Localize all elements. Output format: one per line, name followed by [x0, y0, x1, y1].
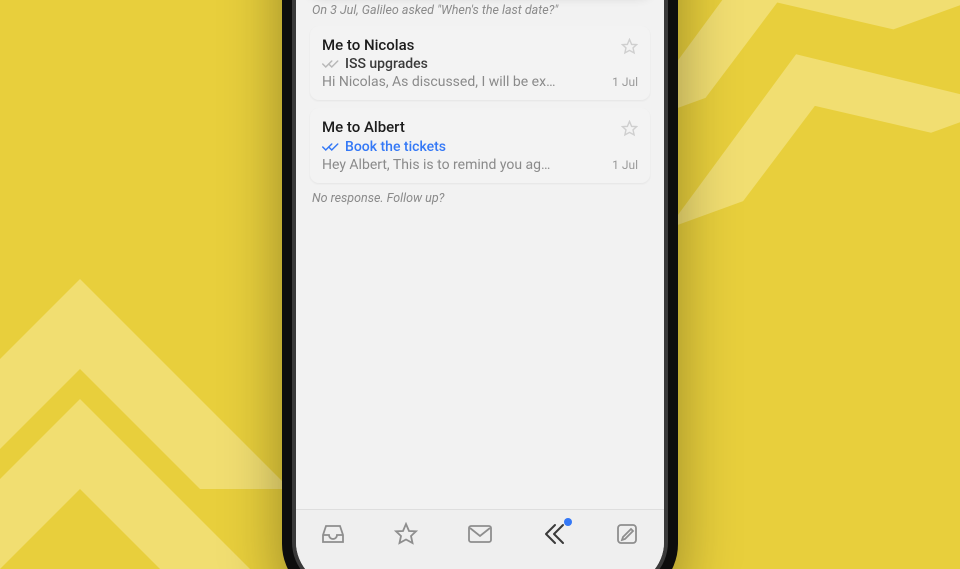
- email-sender: Me to Albert: [322, 118, 405, 137]
- email-subject: Book the tickets: [345, 139, 446, 155]
- all-mail-tab[interactable]: [465, 520, 495, 548]
- email-sender: Me to Nicolas: [322, 36, 414, 55]
- phone-frame: Carl Sagan Edge of the Solar System Hey …: [282, 0, 678, 569]
- followup-hint: No response. Follow up?: [312, 191, 648, 206]
- star-icon[interactable]: [621, 38, 638, 55]
- email-preview: Hey Albert, This is to remind you again …: [322, 157, 557, 173]
- email-date: 1 Jul: [612, 75, 638, 89]
- bottom-toolbar: [296, 509, 664, 569]
- double-check-icon: [322, 58, 340, 70]
- double-check-icon: [322, 141, 340, 153]
- phone-screen: Carl Sagan Edge of the Solar System Hey …: [296, 0, 664, 569]
- email-date: 1 Jul: [612, 158, 638, 172]
- inbox-tab[interactable]: [318, 520, 348, 548]
- email-subject: ISS upgrades: [345, 56, 428, 72]
- thread-summary-2: On 3 Jul, Galileo asked "When's the last…: [312, 3, 648, 18]
- awaiting-reply-tab[interactable]: [539, 520, 569, 548]
- email-card-3[interactable]: Me to Nicolas ISS upgrades Hi Ni: [310, 26, 650, 101]
- email-card-4[interactable]: Me to Albert Book the tickets He: [310, 108, 650, 183]
- email-preview: Hi Nicolas, As discussed, I will be expe…: [322, 74, 557, 90]
- background-chevron-left: [0, 279, 290, 569]
- star-icon[interactable]: [621, 120, 638, 137]
- compose-tab[interactable]: [612, 520, 642, 548]
- notification-dot-icon: [564, 518, 572, 526]
- email-list: Carl Sagan Edge of the Solar System Hey …: [296, 0, 664, 520]
- background-chevron-right: [640, 0, 960, 300]
- starred-tab[interactable]: [391, 520, 421, 548]
